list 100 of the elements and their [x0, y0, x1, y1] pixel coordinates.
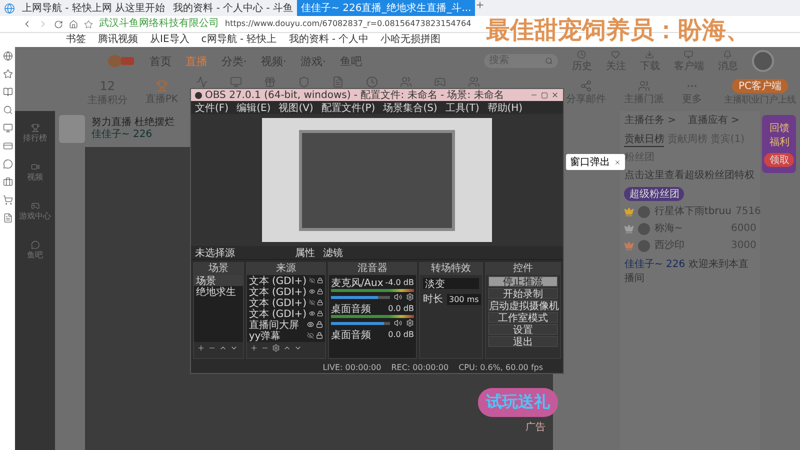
source-name[interactable]: 文本 (GDI+): [248, 284, 307, 298]
eye-icon[interactable]: [308, 288, 315, 295]
sidebar-icon[interactable]: [31, 162, 40, 172]
volume-slider[interactable]: [330, 296, 390, 298]
sidebar-tool-icon[interactable]: [2, 123, 13, 133]
menu-item[interactable]: 场景集合(S): [383, 100, 438, 114]
source-button[interactable]: 属性: [295, 246, 315, 260]
down-icon[interactable]: [294, 344, 302, 352]
lock-icon[interactable]: [316, 288, 323, 295]
reload-icon[interactable]: [54, 20, 63, 28]
eye-icon[interactable]: [308, 310, 315, 317]
browser-tab[interactable]: 佳佳子~ 226直播_绝地求生直播_斗...: [297, 0, 476, 16]
eye-off-icon[interactable]: [308, 299, 315, 306]
menu-item[interactable]: 视图(V): [278, 100, 314, 114]
sidebar-tool-icon[interactable]: [2, 87, 13, 97]
cpu-status: CPU: 0.6%, 60.00 fps: [458, 362, 543, 372]
source-name[interactable]: 文本 (GDI+): [248, 296, 307, 310]
bookmark-star-icon[interactable]: [84, 20, 93, 28]
sidebar-icon[interactable]: [31, 240, 40, 250]
menu-item[interactable]: 帮助(H): [487, 100, 523, 114]
claim-button[interactable]: 领取: [764, 153, 794, 167]
channel-reading: 0.0 dB: [388, 330, 414, 339]
panel-header: 混音器: [328, 263, 416, 275]
browser-tab[interactable]: 上网导航 - 轻快上网 从这里开始: [18, 0, 170, 16]
up-icon[interactable]: [219, 344, 227, 352]
eye-icon[interactable]: [306, 321, 314, 328]
control-button[interactable]: 设置: [488, 324, 558, 335]
channel-reading: -4.0 dB: [385, 278, 414, 287]
settings-icon[interactable]: [406, 319, 414, 327]
volume-slider[interactable]: [330, 322, 390, 324]
control-button[interactable]: 开始录制: [488, 288, 558, 299]
no-source-label: 未选择源: [195, 246, 235, 260]
client-button[interactable]: PC客户端: [732, 79, 788, 93]
menu-item[interactable]: 文件(F): [195, 100, 229, 114]
sidebar-tool-icon[interactable]: [2, 141, 13, 151]
bookmark-link[interactable]: 书签: [66, 34, 86, 46]
sidebar-tool-icon[interactable]: [2, 105, 13, 115]
settings-icon[interactable]: [406, 293, 414, 301]
bookmark-link[interactable]: 腾讯视频: [98, 34, 138, 46]
close-icon[interactable]: [551, 91, 559, 99]
lock-icon[interactable]: [316, 310, 323, 317]
speaker-icon[interactable]: [394, 319, 402, 327]
source-name[interactable]: 文本 (GDI+): [248, 275, 307, 288]
sidebar-tool-icon[interactable]: [2, 213, 13, 223]
sidebar-tool-icon[interactable]: [2, 195, 13, 205]
lock-icon[interactable]: [316, 321, 323, 328]
close-icon[interactable]: [614, 158, 621, 166]
menu-item[interactable]: 配置文件(P): [321, 100, 376, 114]
browser-logo-icon: [4, 2, 14, 14]
eye-off-icon[interactable]: [308, 277, 315, 284]
sidebar-tool-icon[interactable]: [2, 159, 13, 169]
lock-icon[interactable]: [316, 332, 323, 339]
source-name[interactable]: yy弹幕: [248, 328, 305, 342]
settings-icon[interactable]: [272, 344, 280, 352]
lock-icon[interactable]: [316, 277, 323, 284]
bookmark-link[interactable]: 小哈无损拼图: [380, 34, 441, 46]
sidebar-tool-icon[interactable]: [2, 177, 13, 187]
source-name[interactable]: 文本 (GDI+): [248, 306, 307, 320]
control-button[interactable]: 启动虚拟摄像机: [488, 300, 558, 311]
browser-tab[interactable]: 我的资料 - 个人中心 - 斗鱼: [169, 0, 298, 16]
bookmark-link[interactable]: c网导航 - 轻快上: [201, 34, 277, 46]
eye-off-icon[interactable]: [306, 332, 314, 339]
window-title: OBS 27.0.1 (64-bit, windows) - 配置文件: 未命名 - 场景: 未命名: [205, 88, 505, 102]
panel-header: 来源: [246, 263, 325, 275]
lock-icon[interactable]: [316, 299, 323, 306]
bookmark-link[interactable]: 我的资料 - 个人中: [288, 34, 369, 46]
channel-name: 桌面音频: [330, 328, 371, 342]
promo-banner[interactable]: 回馈福利 领取: [762, 115, 796, 173]
fan-club-button[interactable]: 超级粉丝团: [624, 187, 684, 201]
overlay-caption: 最佳甜宠饲养员：盼海、: [486, 16, 750, 44]
source-button[interactable]: 滤镜: [323, 246, 343, 260]
sidebar-tool-icon[interactable]: [2, 69, 13, 79]
sidebar-icon[interactable]: [31, 124, 40, 132]
control-button[interactable]: 停止推流: [488, 276, 558, 287]
down-icon[interactable]: [230, 344, 238, 352]
speaker-icon[interactable]: [394, 293, 402, 301]
duration-field[interactable]: 300 ms: [447, 294, 481, 304]
control-button[interactable]: 退出: [488, 336, 558, 347]
menu-item[interactable]: 工具(T): [445, 100, 480, 114]
streamer-name: 佳佳子~ 226: [91, 129, 154, 141]
add-icon[interactable]: [197, 344, 205, 352]
popout-tooltip[interactable]: 窗口弹出: [566, 154, 625, 170]
fan-notice: 点击这里查看超级粉丝团特权: [624, 170, 756, 182]
url-field[interactable]: https://www.douyu.com/67082837_r=0.08156473823154764: [225, 18, 472, 30]
bookmark-link[interactable]: 从IE导入: [150, 34, 190, 46]
up-icon[interactable]: [282, 344, 291, 352]
control-button[interactable]: 工作室模式: [488, 312, 558, 323]
menu-item[interactable]: 编辑(E): [236, 100, 271, 114]
sidebar-icon[interactable]: [31, 202, 40, 210]
site-identity: 武汉斗鱼网络科技有限公司: [99, 18, 219, 30]
maximize-icon[interactable]: [541, 92, 548, 98]
transition-select[interactable]: 淡变: [423, 278, 479, 289]
sidebar-tool-icon[interactable]: [2, 51, 13, 61]
add-icon[interactable]: [250, 344, 258, 352]
streamer-avatar-placeholder: [59, 115, 86, 143]
home-icon[interactable]: [69, 20, 78, 28]
scene-item[interactable]: 场景: [194, 275, 243, 286]
new-tab-icon[interactable]: [475, 0, 486, 10]
scene-item[interactable]: 绝地求生: [194, 286, 243, 297]
source-name[interactable]: 直播间大屏: [248, 318, 305, 332]
